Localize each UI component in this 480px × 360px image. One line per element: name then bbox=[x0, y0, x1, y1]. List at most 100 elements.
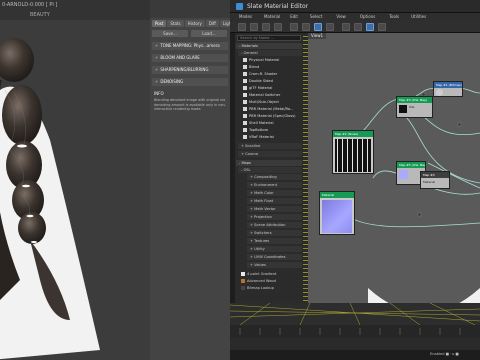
tab-history[interactable]: History bbox=[184, 20, 205, 27]
save-load-row: Save... Load... bbox=[152, 30, 227, 37]
material-parameter-editor-icon[interactable] bbox=[366, 23, 374, 31]
show-background-icon[interactable] bbox=[326, 23, 334, 31]
bitmap-swatch-icon bbox=[241, 286, 245, 290]
scanline-category[interactable]: + Scanline bbox=[238, 143, 302, 149]
map-group[interactable]: + Math Vector bbox=[247, 206, 302, 212]
load-button[interactable]: Load... bbox=[191, 30, 227, 37]
material-item[interactable]: gITF Material bbox=[243, 85, 303, 91]
menu-edit[interactable]: Edit bbox=[290, 13, 298, 21]
map-group[interactable]: + Utility bbox=[247, 246, 302, 252]
search-input[interactable]: Search by Name ... bbox=[237, 35, 301, 41]
material-icon bbox=[243, 128, 247, 132]
material-node[interactable]: Material bbox=[319, 191, 355, 235]
material-item[interactable]: Shell Material bbox=[243, 120, 303, 126]
node-title: Map #3 (OSL Map) bbox=[397, 97, 432, 103]
node-preview bbox=[335, 139, 371, 172]
osl-category[interactable]: - OSL bbox=[238, 167, 302, 173]
menu-utilities[interactable]: Utilities bbox=[411, 13, 426, 21]
frame-buffer-panel: Post Stats History Diff Light mixer Save… bbox=[150, 0, 249, 360]
info-heading: INFO bbox=[154, 91, 164, 96]
material-icon bbox=[243, 135, 247, 139]
rollout-tone-mapping[interactable]: + TONE MAPPING: Phys...amera bbox=[152, 42, 228, 50]
material-item[interactable]: Multi/Sub-Object bbox=[243, 99, 303, 105]
window-title: Slate Material Editor bbox=[247, 3, 309, 10]
node-title: Material bbox=[320, 192, 354, 198]
tab-post[interactable]: Post bbox=[152, 20, 167, 27]
material-item[interactable]: TopBottom bbox=[243, 127, 303, 133]
map-item[interactable]: Bitmap Lookup bbox=[241, 285, 301, 291]
bitmap-preview-node[interactable]: Map #2 (Noise) bbox=[332, 130, 374, 174]
map-group[interactable]: + Scene Attribution bbox=[247, 222, 302, 228]
status-controls[interactable]: Enabled ■ · ▸ ■ bbox=[430, 352, 459, 356]
delete-icon[interactable] bbox=[274, 23, 282, 31]
gradient-swatch-icon bbox=[241, 272, 245, 276]
map-group[interactable]: + Textures bbox=[247, 238, 302, 244]
viewport-header: 0-ARNOLD-0.000 [ PI ] BEAUTY bbox=[0, 0, 150, 20]
timeline-ticks bbox=[239, 328, 461, 335]
menu-material[interactable]: Material bbox=[264, 13, 280, 21]
move-children-icon[interactable] bbox=[290, 23, 298, 31]
menu-modes[interactable]: Modes bbox=[239, 13, 252, 21]
osl-map-node[interactable]: Map #3 (OSL Map) OSL bbox=[396, 96, 433, 118]
timeline-area: Enabled ■ · ▸ ■ bbox=[230, 302, 480, 360]
menu-view[interactable]: View bbox=[336, 13, 346, 21]
map-group[interactable]: + Math Color bbox=[247, 190, 302, 196]
layout-children-icon[interactable] bbox=[354, 23, 362, 31]
bitmap-node[interactable]: Map #1 (Bitmap) bbox=[433, 81, 463, 97]
hide-unused-icon[interactable] bbox=[302, 23, 310, 31]
material-item[interactable]: Double Sided bbox=[243, 78, 303, 84]
rollout-denoising[interactable]: + DENOISING bbox=[152, 78, 228, 86]
select-tool-icon[interactable] bbox=[238, 23, 246, 31]
material-item[interactable]: Crom.R. Shader bbox=[243, 71, 303, 77]
map-group[interactable]: + Values bbox=[247, 262, 302, 268]
tab-stats[interactable]: Stats bbox=[167, 20, 184, 27]
materials-category[interactable]: - Materials bbox=[236, 43, 302, 49]
material-label: VRaF Material bbox=[249, 135, 274, 139]
layout-all-icon[interactable] bbox=[342, 23, 350, 31]
map-group[interactable]: + Projection bbox=[247, 214, 302, 220]
title-bar[interactable]: Slate Material Editor bbox=[230, 0, 480, 13]
assign-material-icon[interactable] bbox=[262, 23, 270, 31]
material-item[interactable]: PBR Material (Spec/Gloss) bbox=[243, 113, 303, 119]
render-viewport[interactable]: 0-ARNOLD-0.000 [ PI ] BEAUTY bbox=[0, 0, 150, 360]
material-label: Physical Material bbox=[249, 58, 280, 62]
node-subtitle: OSL bbox=[409, 105, 415, 109]
material-icon bbox=[243, 58, 247, 62]
map-group[interactable]: + Math Float bbox=[247, 198, 302, 204]
corona-category[interactable]: + Corona bbox=[238, 151, 302, 157]
rollout-label: BLOOM AND GLARE bbox=[160, 55, 200, 60]
map-node[interactable]: Map #4 Material bbox=[420, 171, 450, 189]
general-category[interactable]: - General bbox=[238, 50, 302, 56]
pick-material-icon[interactable] bbox=[250, 23, 258, 31]
save-button[interactable]: Save... bbox=[152, 30, 188, 37]
node-title: Map #5 (OSL Map) bbox=[397, 162, 425, 168]
map-group[interactable]: + Switchers bbox=[247, 230, 302, 236]
node-title: Map #4 bbox=[421, 172, 449, 178]
node-view-canvas[interactable]: View1 Map #3 (OSL Map) OSL Map #1 (Bitma… bbox=[308, 33, 480, 328]
menu-select[interactable]: Select bbox=[310, 13, 322, 21]
select-by-material-icon[interactable] bbox=[378, 23, 386, 31]
map-item[interactable]: 4 point Gradient bbox=[241, 271, 301, 277]
material-icon bbox=[243, 72, 247, 76]
map-group[interactable]: + Environment bbox=[247, 182, 302, 188]
map-group[interactable]: + UVW Coordinates bbox=[247, 254, 302, 260]
rollout-sharpening[interactable]: + SHARPENING/BLURRING bbox=[152, 66, 228, 74]
show-map-icon[interactable] bbox=[314, 23, 322, 31]
viewport-render-element-label[interactable]: BEAUTY bbox=[30, 12, 50, 18]
menu-tools[interactable]: Tools bbox=[389, 13, 399, 21]
material-item[interactable]: Material Switcher bbox=[243, 92, 303, 98]
menu-options[interactable]: Options bbox=[360, 13, 375, 21]
map-item[interactable]: Advanced Wood bbox=[241, 278, 301, 284]
material-icon bbox=[243, 65, 247, 69]
material-item[interactable]: VRaF Material bbox=[243, 134, 303, 140]
tab-diff[interactable]: Diff bbox=[205, 20, 219, 27]
material-label: Multi/Sub-Object bbox=[249, 100, 279, 104]
material-item[interactable]: Physical Material bbox=[243, 57, 303, 63]
material-item[interactable]: Blend bbox=[243, 64, 303, 70]
rollout-bloom-glare[interactable]: + BLOOM AND GLARE bbox=[152, 54, 228, 62]
maps-category[interactable]: - Maps bbox=[236, 160, 302, 166]
map-label: Advanced Wood bbox=[247, 279, 276, 283]
map-group[interactable]: + Compositing bbox=[247, 174, 302, 180]
material-item[interactable]: PBR Material (Metal/Ro... bbox=[243, 106, 303, 112]
timeline-track[interactable] bbox=[230, 325, 480, 338]
